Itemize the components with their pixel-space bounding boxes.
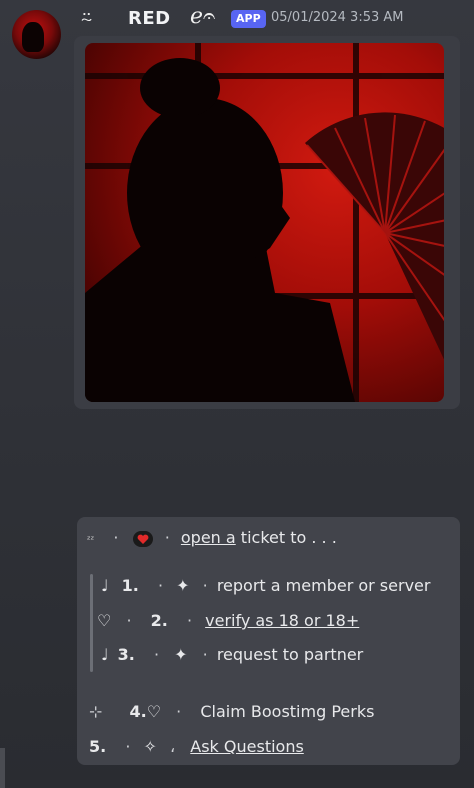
dot-separator: · <box>186 611 193 630</box>
dot-separator: ، <box>170 737 176 756</box>
heart-badge-icon <box>132 528 159 547</box>
verify-link[interactable]: verify as 18 or 18+ <box>205 611 359 630</box>
sparkle-small-icon: ⊹ <box>89 702 103 721</box>
ask-questions-link[interactable]: Ask Questions <box>190 737 304 756</box>
menu-title: ᶻᶻ · · open a ticket to . . . <box>87 528 337 548</box>
menu-item-4[interactable]: ⊹ 4.♡ · Claim Boostimg Perks <box>89 702 374 721</box>
name-decoration-left: ⍨ <box>80 6 94 31</box>
message-header: ⍨ RED ℯ𝄐 APP 05/01/2024 3:53 AM <box>0 0 474 40</box>
item-number: 3. <box>117 645 135 664</box>
dot-separator: · <box>153 645 160 664</box>
message-timestamp: 05/01/2024 3:53 AM <box>271 10 404 25</box>
image-embed <box>74 36 460 409</box>
item-label: Claim Boostimg Perks <box>200 702 375 721</box>
silhouette-image <box>85 43 444 402</box>
menu-item-1[interactable]: ♩ 1. · ✦ · report a member or server <box>101 576 430 595</box>
bot-username[interactable]: RED <box>128 8 171 29</box>
note-icon: ♩ <box>101 645 109 664</box>
app-badge: APP <box>231 10 266 28</box>
dot-separator: · <box>125 737 131 756</box>
item-label: request to partner <box>216 645 364 664</box>
menu-item-3[interactable]: ♩ 3. · ✦ · request to partner <box>101 645 363 664</box>
dot-separator: · <box>202 576 208 595</box>
menu-item-5[interactable]: 5. · ✧ ، Ask Questions <box>89 737 304 756</box>
heart-outline-icon: ♡ <box>97 611 112 630</box>
embed-image[interactable] <box>85 43 444 402</box>
heart-outline-icon: ♡ <box>146 702 162 721</box>
dot-separator-2: · <box>164 528 170 547</box>
left-edge <box>0 748 5 788</box>
dot-separator: · <box>202 645 208 664</box>
sparkle-icon: ✦ <box>174 645 188 664</box>
item-number: 4. <box>129 702 147 721</box>
dot-separator: · <box>126 611 132 630</box>
item-label: report a member or server <box>216 576 431 595</box>
note-icon: ♩ <box>101 576 109 595</box>
ticket-menu-embed <box>77 517 460 765</box>
dot-separator: · <box>113 528 119 547</box>
quote-bar <box>90 574 93 672</box>
name-decoration-right: ℯ𝄐 <box>190 4 216 29</box>
menu-title-text: ticket to . . . <box>235 528 337 547</box>
item-number: 1. <box>121 576 139 595</box>
item-number: 5. <box>89 737 107 756</box>
dot-separator: · <box>176 702 182 721</box>
open-ticket-link[interactable]: open a <box>181 528 236 547</box>
menu-item-2[interactable]: ♡ · 2. · verify as 18 or 18+ <box>97 611 359 630</box>
zz-decoration: ᶻᶻ <box>87 535 95 546</box>
sparkle-icon: ✦ <box>176 576 190 595</box>
sparkle-outline-icon: ✧ <box>143 737 157 756</box>
dot-separator: · <box>157 576 164 595</box>
item-number: 2. <box>150 611 168 630</box>
